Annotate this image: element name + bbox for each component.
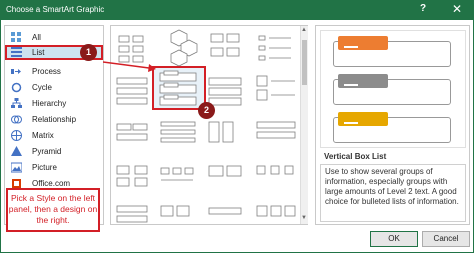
category-picture[interactable]: Picture [5, 160, 103, 175]
layout-name: Vertical Box List [324, 152, 387, 161]
layout-preview [320, 30, 466, 148]
category-label: Hierarchy [32, 99, 67, 108]
title-bar: Choose a SmartArt Graphic ? ✕ [0, 0, 474, 20]
ok-button[interactable]: OK [370, 231, 418, 247]
preview-box-1 [333, 36, 451, 67]
category-label: Relationship [32, 115, 77, 124]
category-label: List [32, 48, 45, 57]
matrix-icon [11, 130, 22, 141]
category-label: Picture [32, 163, 57, 172]
gallery-scrollbar[interactable]: ▲ ▼ [300, 26, 308, 224]
cycle-icon [11, 82, 22, 93]
category-label: Cycle [32, 83, 53, 92]
close-button[interactable]: ✕ [452, 2, 462, 16]
category-cycle[interactable]: Cycle [5, 80, 103, 95]
instruction-callout: Pick a Style on the left panel, then a d… [6, 188, 100, 232]
preview-box-2 [333, 74, 451, 105]
category-label: Process [32, 67, 61, 76]
annotation-arrow [103, 61, 156, 72]
step-badge-1: 1 [80, 44, 97, 61]
hierarchy-icon [11, 98, 22, 108]
layout-description: Use to show several groups of informatio… [320, 164, 466, 222]
category-all[interactable]: All [5, 30, 103, 45]
category-relationship[interactable]: Relationship [5, 112, 103, 127]
category-label: Matrix [32, 131, 54, 140]
category-pyramid[interactable]: Pyramid [5, 144, 103, 159]
selected-layout-vertical-box-list[interactable] [152, 66, 206, 110]
vertical-box-list-thumbnail [159, 70, 197, 106]
process-icon [11, 69, 21, 74]
help-button[interactable]: ? [420, 3, 426, 14]
cancel-button[interactable]: Cancel [422, 231, 470, 247]
scroll-up-icon[interactable]: ▲ [301, 27, 307, 33]
scrollbar-thumb[interactable] [302, 40, 307, 85]
preview-panel: Vertical Box List Use to show several gr… [315, 25, 470, 225]
category-label: Pyramid [32, 147, 62, 156]
relationship-icon [11, 115, 22, 124]
category-matrix[interactable]: Matrix [5, 128, 103, 143]
preview-box-3 [333, 112, 451, 143]
layout-gallery [110, 25, 308, 225]
pyramid-icon [11, 146, 22, 156]
all-icon [11, 32, 21, 42]
window-title: Choose a SmartArt Graphic [6, 5, 105, 14]
category-label: All [32, 33, 41, 42]
scroll-down-icon[interactable]: ▼ [301, 215, 307, 221]
category-process[interactable]: Process [5, 64, 103, 79]
category-hierarchy[interactable]: Hierarchy [5, 96, 103, 111]
step-badge-2: 2 [198, 102, 215, 119]
category-label: Office.com [32, 179, 71, 188]
list-icon [11, 47, 22, 57]
picture-icon [11, 162, 22, 173]
